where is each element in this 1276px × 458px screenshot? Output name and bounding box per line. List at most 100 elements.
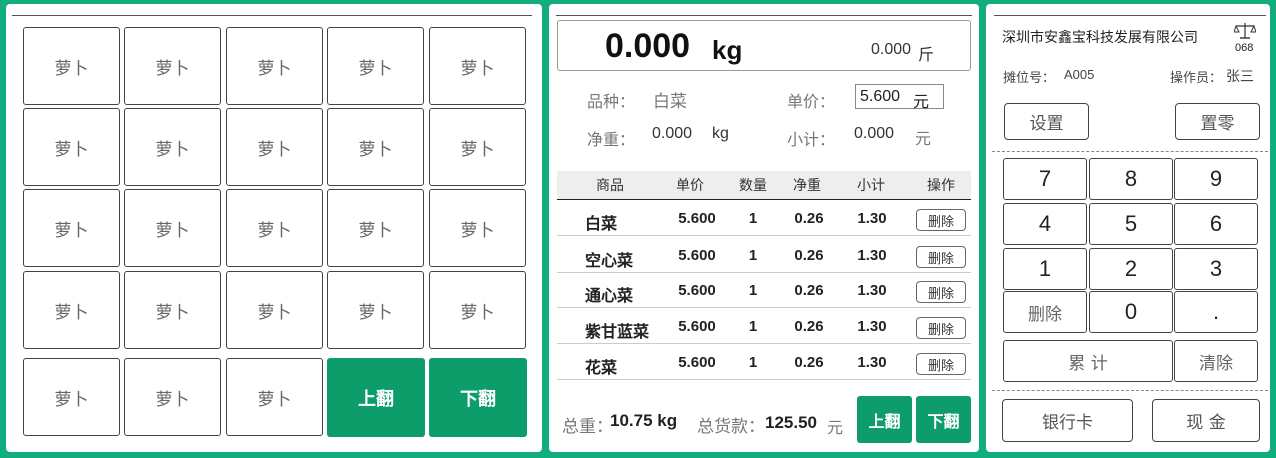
cell-name: 白菜	[585, 216, 618, 233]
cash-button[interactable]: 现 金	[1152, 399, 1260, 442]
keypad-panel-divider	[994, 15, 1266, 16]
cell-price: 5.600	[678, 282, 716, 299]
scale-icon	[1233, 22, 1257, 40]
product-item-button[interactable]: 萝卜	[327, 271, 424, 349]
operator-value: 张三	[1226, 68, 1254, 84]
accumulate-button[interactable]: 累 计	[1003, 340, 1173, 382]
scale-number: 068	[1235, 42, 1254, 54]
total-amount-label: 总货款：	[697, 417, 765, 436]
weight-jin-value: 0.000	[871, 41, 912, 58]
product-item-button[interactable]: 萝卜	[226, 189, 323, 267]
cell-qty: 1	[748, 354, 758, 371]
header-subtotal: 小计	[857, 177, 885, 193]
stall-value: A005	[1064, 67, 1095, 82]
product-item-button[interactable]: 萝卜	[23, 189, 120, 267]
total-amount-unit: 元	[827, 420, 844, 437]
keypad-key-4[interactable]: 4	[1003, 203, 1087, 245]
row-delete-button[interactable]: 删除	[916, 353, 966, 375]
variety-label: 品种：	[587, 94, 636, 111]
net-value: 0.000	[652, 125, 693, 142]
table-row: 紫甘蓝菜 5.600 1 0.26 1.30 删除	[557, 309, 971, 344]
product-page-up-button[interactable]: 上翻	[327, 358, 425, 437]
cell-name: 紫甘蓝菜	[585, 324, 650, 341]
cell-net: 0.26	[794, 247, 824, 264]
header-action: 操作	[927, 177, 955, 193]
table-row: 花菜 5.600 1 0.26 1.30 删除	[557, 345, 971, 380]
company-name: 深圳市安鑫宝科技发展有限公司	[1002, 29, 1198, 45]
cell-name: 通心菜	[585, 288, 634, 305]
price-input[interactable]: 5.600 元	[855, 84, 944, 111]
keypad-delete-button[interactable]: 删除	[1003, 291, 1087, 333]
product-item-button[interactable]: 萝卜	[23, 108, 120, 186]
cell-qty: 1	[748, 318, 758, 335]
cell-subtotal: 1.30	[857, 210, 887, 227]
row-delete-button[interactable]: 删除	[916, 246, 966, 268]
cart-page-down-button[interactable]: 下翻	[916, 396, 971, 443]
cell-name: 花菜	[585, 360, 618, 377]
product-item-button[interactable]: 萝卜	[327, 27, 424, 105]
header-product: 商品	[596, 177, 624, 193]
keypad-bottom-divider	[992, 390, 1268, 391]
weight-kg-unit: kg	[712, 35, 743, 65]
product-item-button[interactable]: 萝卜	[226, 358, 323, 436]
product-item-button[interactable]: 萝卜	[327, 189, 424, 267]
cell-net: 0.26	[794, 210, 824, 227]
product-page-down-button[interactable]: 下翻	[429, 358, 527, 437]
product-item-button[interactable]: 萝卜	[226, 108, 323, 186]
keypad-key-7[interactable]: 7	[1003, 158, 1087, 200]
row-delete-button[interactable]: 删除	[916, 281, 966, 303]
keypad-key-9[interactable]: 9	[1174, 158, 1258, 200]
clear-button[interactable]: 清除	[1174, 340, 1258, 382]
settings-button[interactable]: 设置	[1004, 103, 1089, 140]
product-item-button[interactable]: 萝卜	[23, 271, 120, 349]
cell-subtotal: 1.30	[857, 354, 887, 371]
product-item-button[interactable]: 萝卜	[124, 271, 221, 349]
table-row: 通心菜 5.600 1 0.26 1.30 删除	[557, 273, 971, 308]
subtotal-value: 0.000	[854, 125, 895, 142]
keypad-key-5[interactable]: 5	[1089, 203, 1173, 245]
bank-card-button[interactable]: 银行卡	[1002, 399, 1133, 442]
product-item-button[interactable]: 萝卜	[327, 108, 424, 186]
product-item-button[interactable]: 萝卜	[124, 27, 221, 105]
cell-subtotal: 1.30	[857, 318, 887, 335]
operator-label: 操作员：	[1170, 70, 1223, 85]
keypad-key-8[interactable]: 8	[1089, 158, 1173, 200]
variety-value: 白菜	[653, 92, 687, 111]
header-price: 单价	[676, 177, 704, 193]
product-item-button[interactable]: 萝卜	[23, 358, 120, 436]
keypad-key-1[interactable]: 1	[1003, 248, 1087, 290]
product-item-button[interactable]: 萝卜	[226, 27, 323, 105]
subtotal-unit: 元	[915, 131, 932, 148]
row-delete-button[interactable]: 删除	[916, 209, 966, 231]
zero-button[interactable]: 置零	[1175, 103, 1260, 140]
product-item-button[interactable]: 萝卜	[124, 108, 221, 186]
cell-net: 0.26	[794, 354, 824, 371]
keypad-key-2[interactable]: 2	[1089, 248, 1173, 290]
price-label: 单价：	[787, 94, 836, 111]
product-item-button[interactable]: 萝卜	[429, 189, 526, 267]
keypad-key-3[interactable]: 3	[1174, 248, 1258, 290]
product-item-button[interactable]: 萝卜	[429, 108, 526, 186]
product-item-button[interactable]: 萝卜	[429, 271, 526, 349]
row-delete-button[interactable]: 删除	[916, 317, 966, 339]
cart-page-up-button[interactable]: 上翻	[857, 396, 912, 443]
cell-price: 5.600	[678, 210, 716, 227]
cell-name: 空心菜	[585, 253, 634, 270]
keypad-dot-button[interactable]: .	[1174, 291, 1258, 333]
net-unit: kg	[712, 125, 729, 142]
product-item-button[interactable]: 萝卜	[226, 271, 323, 349]
cell-price: 5.600	[678, 318, 716, 335]
keypad-key-0[interactable]: 0	[1089, 291, 1173, 333]
keypad-key-6[interactable]: 6	[1174, 203, 1258, 245]
total-weight-label: 总重：	[562, 417, 613, 436]
product-item-button[interactable]: 萝卜	[429, 27, 526, 105]
product-item-button[interactable]: 萝卜	[124, 189, 221, 267]
product-item-button[interactable]: 萝卜	[124, 358, 221, 436]
stall-label: 摊位号：	[1003, 70, 1056, 85]
cell-net: 0.26	[794, 318, 824, 335]
product-item-button[interactable]: 萝卜	[23, 27, 120, 105]
cell-qty: 1	[748, 247, 758, 264]
weight-jin-unit: 斤	[918, 47, 935, 64]
cell-subtotal: 1.30	[857, 247, 887, 264]
total-amount-value: 125.50	[765, 413, 817, 432]
